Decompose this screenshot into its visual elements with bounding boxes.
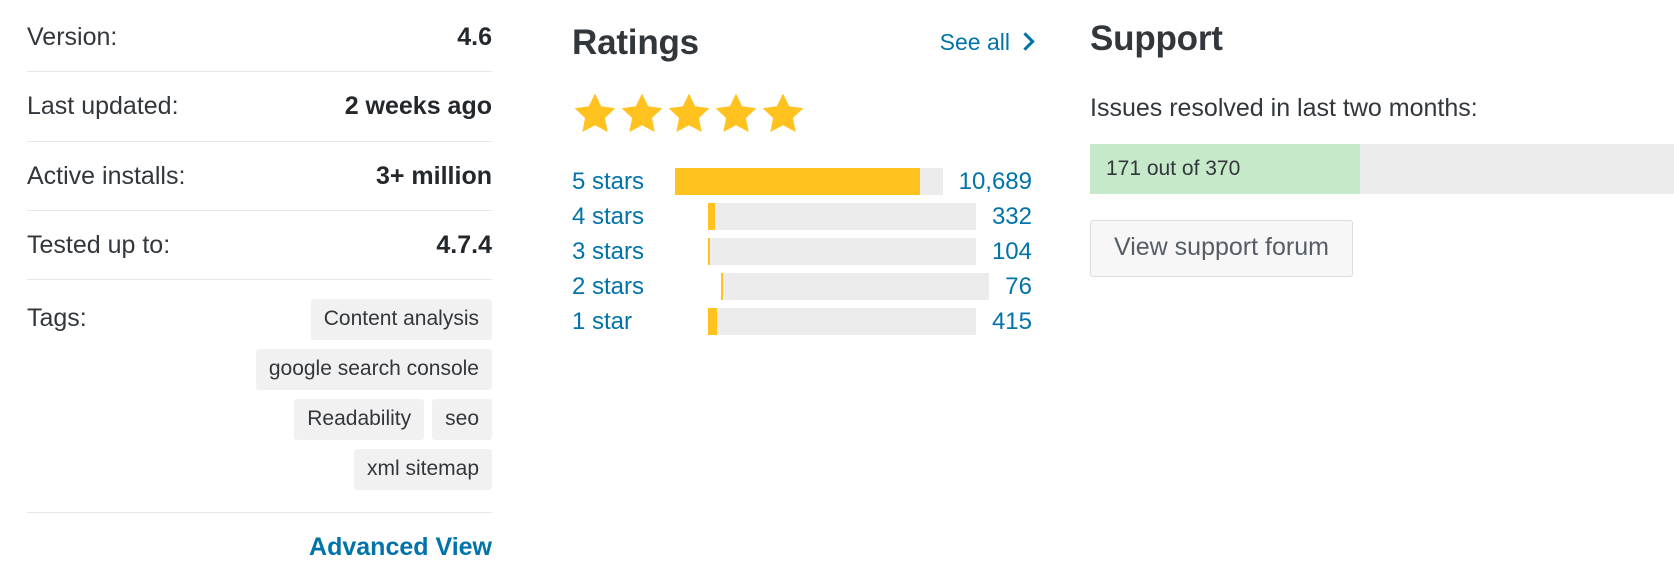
rating-bar-row: 2 stars 76 <box>572 269 1032 304</box>
plugin-details-panel: Version: 4.6 Last updated: 2 weeks ago A… <box>0 0 1674 582</box>
star-filled-icon <box>668 93 710 132</box>
see-all-label: See all <box>939 29 1010 55</box>
rating-bar-count[interactable]: 332 <box>992 203 1032 231</box>
star-filled-icon <box>621 93 663 132</box>
meta-value: 4.6 <box>457 23 492 51</box>
rating-bar-count[interactable]: 76 <box>1005 273 1032 301</box>
meta-label: Last updated: <box>27 92 179 121</box>
meta-value: 2 weeks ago <box>344 92 492 121</box>
advanced-view-link[interactable]: Advanced View <box>309 533 492 562</box>
view-support-forum-button[interactable]: View support forum <box>1090 220 1353 277</box>
average-rating-stars <box>572 90 1032 136</box>
rating-bar-track <box>707 203 976 230</box>
rating-bar-fill <box>707 308 718 335</box>
star-filled-icon <box>715 93 757 132</box>
issues-resolved-progress: 171 out of 370 <box>1090 144 1674 194</box>
meta-value: 4.7.4 <box>436 230 492 259</box>
rating-bar-fill <box>707 203 716 230</box>
meta-row-last-updated: Last updated: 2 weeks ago <box>27 72 492 142</box>
advanced-view-row: Advanced View <box>27 513 492 562</box>
support-subtitle: Issues resolved in last two months: <box>1090 94 1478 122</box>
tag-item[interactable]: google search console <box>255 349 492 390</box>
ratings-section: Ratings See all 5 stars 10,689 4 stars 3… <box>572 0 1035 339</box>
meta-label: Active installs: <box>27 161 186 190</box>
rating-bar-fill <box>707 238 711 265</box>
tag-item[interactable]: Readability <box>294 399 425 440</box>
tag-item[interactable]: seo <box>432 399 492 440</box>
rating-bar-label[interactable]: 5 stars <box>572 168 675 196</box>
meta-label: Tested up to: <box>27 230 171 259</box>
meta-value: 3+ million <box>375 161 492 190</box>
rating-bar-row: 1 star 415 <box>572 304 1032 339</box>
meta-row-active-installs: Active installs: 3+ million <box>27 142 492 211</box>
issues-resolved-progress-label: 171 out of 370 <box>1106 157 1241 180</box>
rating-bar-label[interactable]: 2 stars <box>572 273 721 301</box>
rating-bar-label[interactable]: 3 stars <box>572 238 708 266</box>
meta-label: Version: <box>27 23 118 51</box>
support-title: Support <box>1090 19 1223 58</box>
rating-bar-track <box>707 308 976 335</box>
rating-bar-label[interactable]: 1 star <box>572 308 708 336</box>
star-filled-icon <box>762 93 804 132</box>
star-filled-icon <box>574 93 616 132</box>
ratings-breakdown-chart: 5 stars 10,689 4 stars 332 3 stars 104 2… <box>572 164 1032 339</box>
meta-row-tags: Tags: Content analysis google search con… <box>27 280 492 513</box>
plugin-meta-list: Version: 4.6 Last updated: 2 weeks ago A… <box>27 0 492 562</box>
rating-bar-fill <box>674 168 920 195</box>
support-section: Support Issues resolved in last two mont… <box>1090 0 1674 277</box>
ratings-header: Ratings See all <box>572 0 1035 64</box>
tag-item[interactable]: Content analysis <box>310 299 492 340</box>
meta-row-tested-up-to: Tested up to: 4.7.4 <box>27 211 492 280</box>
rating-bar-row: 4 stars 332 <box>572 199 1032 234</box>
rating-bar-fill <box>721 273 724 300</box>
rating-bar-track <box>707 238 976 265</box>
rating-bar-row: 5 stars 10,689 <box>572 164 1032 199</box>
support-header: Support <box>1090 0 1674 60</box>
rating-bar-label[interactable]: 4 stars <box>572 203 708 231</box>
ratings-title: Ratings <box>572 23 699 62</box>
rating-bar-track <box>674 168 943 195</box>
see-all-ratings-link[interactable]: See all <box>939 29 1035 56</box>
tag-list: Content analysis google search console R… <box>152 299 492 490</box>
tags-label: Tags: <box>27 304 87 332</box>
rating-bar-track <box>721 273 990 300</box>
rating-bar-row: 3 stars 104 <box>572 234 1032 269</box>
tag-item[interactable]: xml sitemap <box>353 449 492 490</box>
rating-bar-count[interactable]: 10,689 <box>959 168 1032 196</box>
rating-bar-count[interactable]: 104 <box>992 238 1032 266</box>
rating-bar-count[interactable]: 415 <box>992 308 1032 336</box>
chevron-right-icon <box>1016 32 1035 51</box>
meta-row-version: Version: 4.6 <box>27 0 492 73</box>
